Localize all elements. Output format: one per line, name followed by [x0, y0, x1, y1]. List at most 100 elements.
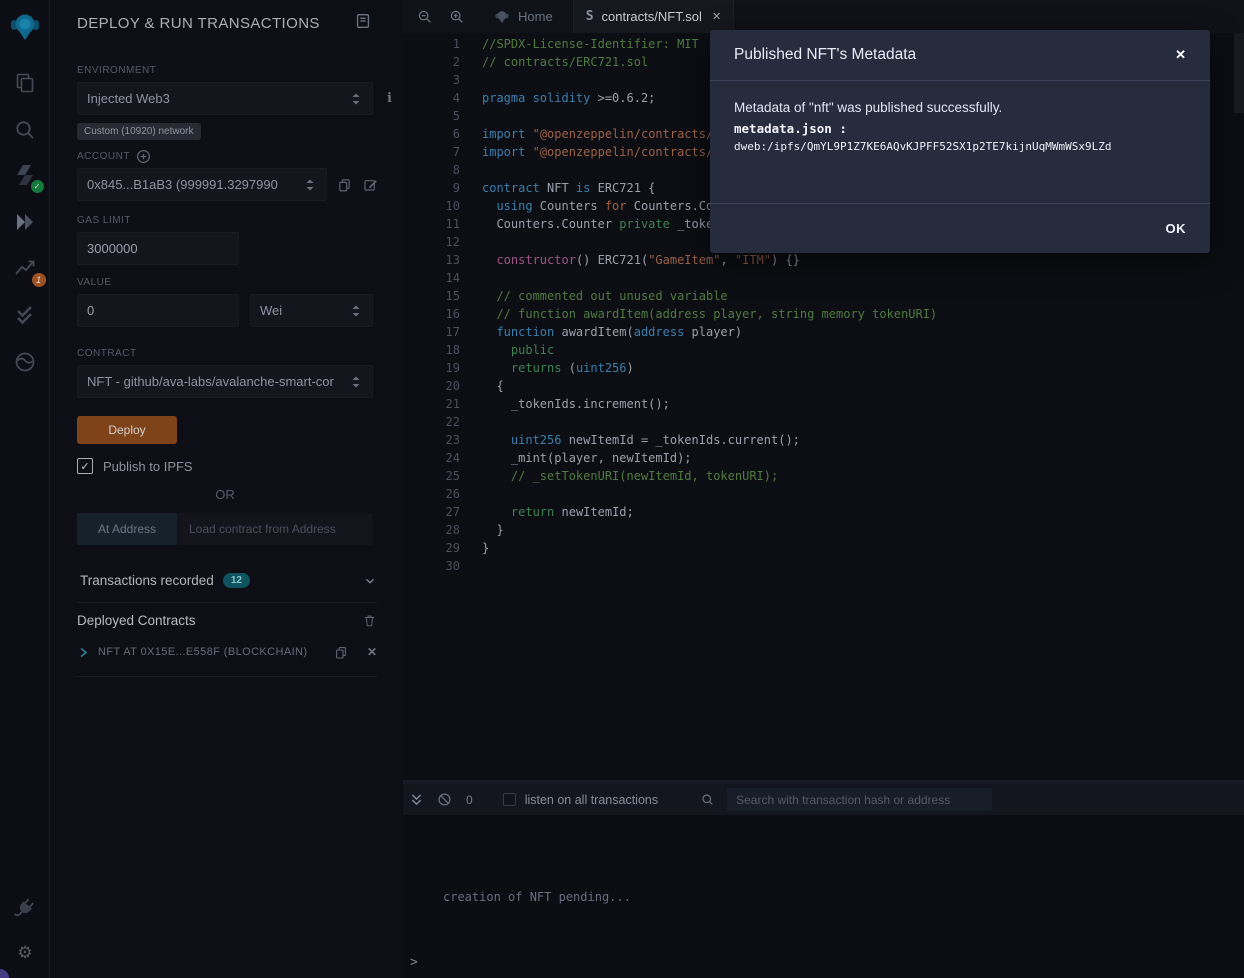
- terminal-search-input[interactable]: [727, 788, 992, 811]
- clear-console-icon[interactable]: [437, 792, 452, 807]
- pending-tx-count: 0: [466, 793, 473, 807]
- plugin-manager-icon[interactable]: [10, 893, 40, 923]
- copy-account-icon[interactable]: [336, 176, 353, 193]
- select-stepper-icon: [349, 374, 363, 390]
- code-line: [482, 269, 1244, 287]
- account-select[interactable]: 0x845...B1aB3 (999991.3297990: [77, 168, 327, 201]
- deployed-contract-label: NFT AT 0X15E...E558F (BLOCKCHAIN): [98, 646, 333, 658]
- line-number: 18: [403, 341, 460, 359]
- compiler-success-badge: ✓: [31, 180, 44, 193]
- at-address-button[interactable]: At Address: [77, 513, 177, 545]
- modal-ok-button[interactable]: OK: [1166, 221, 1187, 236]
- debugger-icon[interactable]: [10, 347, 40, 377]
- deploy-run-icon[interactable]: [10, 207, 40, 237]
- zoom-out-icon[interactable]: [414, 7, 434, 27]
- publish-ipfs-checkbox[interactable]: ✓: [77, 458, 93, 474]
- tab-home-label: Home: [518, 9, 553, 24]
- code-line: return newItemId;: [482, 503, 1244, 521]
- add-account-icon[interactable]: [136, 149, 151, 164]
- line-number: 26: [403, 485, 460, 503]
- zoom-in-icon[interactable]: [446, 7, 466, 27]
- remix-ide-window: ✓ 1 ⚙ DEPLOY & RUN TRANSACTIONS: [0, 0, 1244, 978]
- network-badge: Custom (10920) network: [77, 123, 201, 140]
- line-number: 23: [403, 431, 460, 449]
- editor-scrollbar[interactable]: [1234, 33, 1244, 113]
- line-number: 7: [403, 143, 460, 161]
- line-number: 15: [403, 287, 460, 305]
- line-number: 25: [403, 467, 460, 485]
- environment-info-icon[interactable]: i: [387, 91, 392, 106]
- solidity-compiler-icon[interactable]: ✓: [10, 161, 40, 191]
- code-line: [482, 485, 1244, 503]
- documentation-icon[interactable]: [354, 12, 372, 30]
- file-explorer-icon[interactable]: [10, 68, 40, 98]
- modal-metadata-filename: metadata.json :: [734, 121, 1186, 136]
- chevron-down-icon[interactable]: [363, 574, 377, 588]
- terminal-collapse-icon[interactable]: [410, 792, 423, 807]
- line-number: 6: [403, 125, 460, 143]
- panel-title: DEPLOY & RUN TRANSACTIONS: [77, 12, 320, 32]
- search-icon[interactable]: [10, 115, 40, 145]
- deployed-contract-row[interactable]: NFT AT 0X15E...E558F (BLOCKCHAIN) ✕: [77, 644, 377, 677]
- code-line: [482, 557, 1244, 575]
- value-unit: Wei: [260, 303, 282, 318]
- transactions-recorded-row[interactable]: Transactions recorded 12: [77, 573, 377, 588]
- editor-tabbar: Home S contracts/NFT.sol ✕: [403, 0, 1244, 33]
- code-line: [482, 413, 1244, 431]
- terminal-prompt: >: [410, 955, 418, 970]
- modal-close-icon[interactable]: ✕: [1175, 47, 1186, 63]
- line-number: 19: [403, 359, 460, 377]
- line-number: 27: [403, 503, 460, 521]
- sign-message-icon[interactable]: [362, 176, 379, 193]
- trash-icon[interactable]: [362, 613, 377, 628]
- line-number: 20: [403, 377, 460, 395]
- code-line: // function awardItem(address player, st…: [482, 305, 1244, 323]
- tab-nft-sol[interactable]: S contracts/NFT.sol ✕: [573, 0, 734, 33]
- value-unit-select[interactable]: Wei: [250, 294, 373, 327]
- environment-select[interactable]: Injected Web3: [77, 82, 373, 115]
- line-number: 1: [403, 35, 460, 53]
- analytics-count-badge: 1: [32, 273, 46, 287]
- line-number: 10: [403, 197, 460, 215]
- transactions-count-badge: 12: [223, 573, 250, 588]
- terminal-menubar: 0 listen on all transactions: [403, 784, 1244, 815]
- line-number: 29: [403, 539, 460, 557]
- tab-nft-sol-label: contracts/NFT.sol: [602, 9, 702, 24]
- contract-select[interactable]: NFT - github/ava-labs/avalanche-smart-co…: [77, 365, 373, 398]
- listen-transactions-checkbox[interactable]: [503, 793, 516, 806]
- chevron-right-icon[interactable]: [77, 646, 90, 659]
- code-line: }: [482, 539, 1244, 557]
- tab-home[interactable]: Home: [482, 0, 565, 33]
- transactions-recorded-label: Transactions recorded: [80, 573, 214, 588]
- line-number: 12: [403, 233, 460, 251]
- remix-logo-icon[interactable]: [7, 8, 43, 46]
- analytics-icon[interactable]: 1: [10, 253, 40, 283]
- value-field: [77, 294, 239, 327]
- remove-contract-icon[interactable]: ✕: [367, 645, 377, 659]
- home-remix-icon: [494, 9, 510, 25]
- copy-contract-icon[interactable]: [333, 644, 349, 660]
- modal-title: Published NFT's Metadata: [734, 46, 916, 64]
- line-number: 13: [403, 251, 460, 269]
- account-value: 0x845...B1aB3 (999991.3297990: [87, 177, 278, 192]
- settings-gear-icon[interactable]: ⚙: [10, 938, 40, 968]
- line-number: 16: [403, 305, 460, 323]
- or-label: OR: [77, 487, 373, 502]
- code-line: // commented out unused variable: [482, 287, 1244, 305]
- line-number: 21: [403, 395, 460, 413]
- deploy-button[interactable]: Deploy: [77, 416, 177, 444]
- gas-limit-input[interactable]: [87, 241, 229, 256]
- static-analysis-icon[interactable]: [10, 300, 40, 330]
- modal-ipfs-url: dweb:/ipfs/QmYL9P1Z7KE6AQvKJPFF52SX1p2TE…: [734, 140, 1186, 153]
- code-line: _mint(player, newItemId);: [482, 449, 1244, 467]
- line-number: 28: [403, 521, 460, 539]
- at-address-input[interactable]: [177, 513, 373, 545]
- value-input[interactable]: [87, 303, 229, 318]
- line-number: 3: [403, 71, 460, 89]
- gear-icon: ⚙: [17, 943, 32, 963]
- terminal-output[interactable]: creation of NFT pending... >: [403, 815, 1244, 978]
- remix-logo-icon: [8, 10, 42, 44]
- contract-label: CONTRACT: [77, 348, 393, 359]
- code-line: uint256 newItemId = _tokenIds.current();: [482, 431, 1244, 449]
- tab-close-icon[interactable]: ✕: [712, 10, 721, 23]
